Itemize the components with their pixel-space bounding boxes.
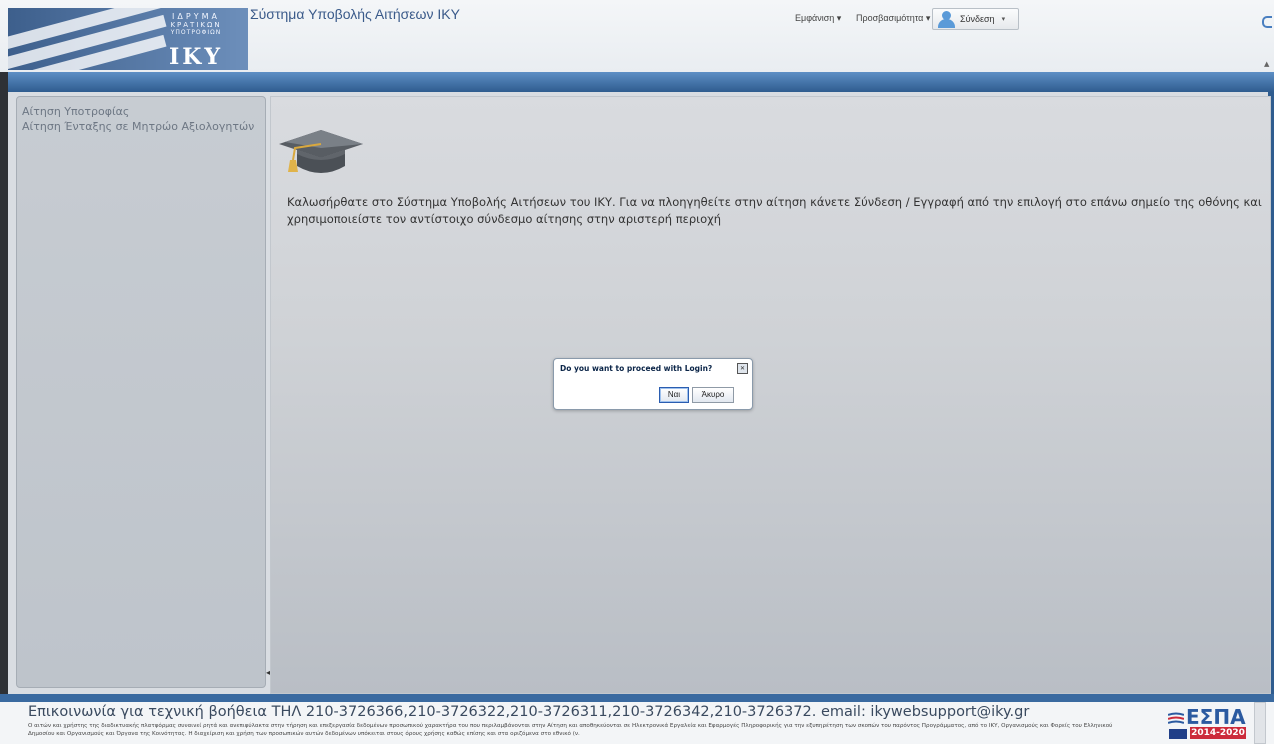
main-content: Καλωσήρθατε στο Σύστημα Υποβολής Αιτήσεω… [270,96,1271,694]
welcome-text: Καλωσήρθατε στο Σύστημα Υποβολής Αιτήσεω… [287,195,1262,226]
login-label: Σύνδεση [960,14,995,24]
espa-title: ΕΣΠΑ [1186,705,1246,729]
login-confirm-dialog: Do you want to proceed with Login? ✕ Ναι… [553,358,753,410]
logo-text: ΙΚΥ [168,44,224,70]
cancel-button[interactable]: Άκυρο [692,387,734,403]
espa-wave-icon [1168,712,1184,724]
close-icon[interactable]: ✕ [737,363,748,374]
footer-scrollbar[interactable] [1254,702,1266,744]
espa-years: 2014-2020 [1190,727,1246,739]
logo-line-1: ΙΔΡΥΜΑ [172,12,220,21]
eu-flag-icon [1169,729,1187,739]
sidebar: Αίτηση Υποτροφίας Αίτηση Ένταξης σε Μητρ… [16,96,266,688]
scroll-up-icon[interactable]: ▲ [1264,60,1269,68]
panel-edge-icon[interactable] [1262,16,1272,28]
yes-button[interactable]: Ναι [659,387,689,403]
support-contact: Επικοινωνία για τεχνική βοήθεια ΤΗΛ 210-… [28,704,1030,720]
logo-line-2: ΚΡΑΤΙΚΩΝ [170,21,222,29]
left-edge [0,72,8,694]
accessibility-menu[interactable]: Προσβασιμότητα ▾ [856,13,930,24]
app-title: Σύστημα Υποβολής Αιτήσεων ΙΚΥ [250,6,460,22]
graduation-cap-icon [279,130,363,173]
iky-logo[interactable]: ΙΔΡΥΜΑ ΚΡΑΤΙΚΩΝ ΥΠΟΤΡΟΦΙΩΝ ΙΚΥ [8,8,248,70]
espa-logo: ΕΣΠΑ 2014-2020 [1168,705,1248,743]
sidebar-item-evaluators[interactable]: Αίτηση Ένταξης σε Μητρώο Αξιολογητών [17,119,265,134]
app-header: ΙΔΡΥΜΑ ΚΡΑΤΙΚΩΝ ΥΠΟΤΡΟΦΙΩΝ ΙΚΥ Σύστημα Υ… [0,0,1274,73]
dialog-message: Do you want to proceed with Login? [560,364,713,373]
header-band [8,72,1274,92]
login-button[interactable]: Σύνδεση ▾ [932,8,1019,30]
sidebar-item-scholarship[interactable]: Αίτηση Υποτροφίας [17,104,265,119]
logo-line-3: ΥΠΟΤΡΟΦΙΩΝ [170,29,222,36]
privacy-disclaimer: Ο αιτών και χρήστης της διαδικτυακής πλα… [28,723,1113,737]
appearance-menu[interactable]: Εμφάνιση ▾ [795,13,841,24]
footer-band [0,694,1274,702]
chevron-down-icon: ▾ [1001,15,1006,23]
user-icon [935,10,957,28]
footer: Επικοινωνία για τεχνική βοήθεια ΤΗΛ 210-… [0,702,1274,744]
